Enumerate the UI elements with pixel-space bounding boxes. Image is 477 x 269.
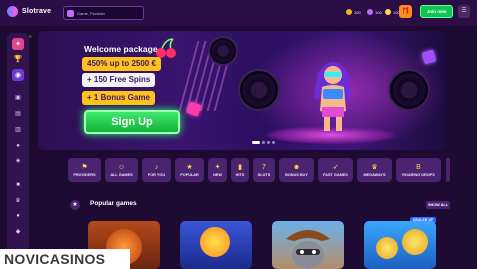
star-icon: ★ [186, 164, 193, 171]
game-tile[interactable] [364, 221, 436, 269]
category-for-you[interactable]: ♪ FOR YOU [142, 158, 171, 182]
search-input[interactable]: Game, Provider [63, 6, 144, 20]
rocket-icon: ➶ [332, 164, 339, 171]
logo-icon [7, 6, 18, 17]
game-tile[interactable] [180, 221, 252, 269]
banner-offer-bonus: 450% up to 2500 € [82, 57, 161, 71]
category-all-games[interactable]: ☺ ALL GAMES [105, 158, 138, 182]
sidebar-user-icon[interactable]: ● [15, 213, 21, 219]
promo-banner[interactable]: Welcome package 450% up to 2500 € + 150 … [38, 31, 446, 150]
brand-name: Slotrave [22, 8, 52, 15]
category-label: MEGAWAYS [363, 173, 386, 177]
category-providers[interactable]: ⚑ PROVIDERS [68, 158, 101, 182]
banner-welcome: Welcome package [84, 44, 158, 54]
sidebar-cards-icon[interactable]: ▣ [15, 95, 21, 101]
balance-gems-value: 100 [375, 9, 382, 15]
bars-icon: ▮ [238, 164, 242, 171]
dj-character-illustration [314, 62, 352, 131]
watermark-text: NOVICASINOS [4, 251, 105, 267]
sparkle-icon: ✦ [214, 164, 221, 171]
smile-icon: ☺ [117, 164, 126, 171]
banner-offer-spins: + 150 Free Spins [82, 73, 156, 87]
sidebar-lock-icon[interactable]: ■ [15, 182, 21, 188]
carousel-dot[interactable] [267, 141, 270, 144]
novicasinos-logo: NOVICASINOS [4, 251, 105, 267]
search-placeholder: Game, Provider [77, 10, 106, 16]
banner-offer-game: + 1 Bonus Game [82, 91, 155, 105]
speaker-right-icon [388, 69, 430, 111]
novicasinos-watermark: NOVICASINOS [0, 249, 130, 269]
category-label: NEW [213, 173, 222, 177]
brand-logo[interactable]: Slotrave [7, 6, 51, 17]
category-scroll-edge[interactable] [446, 158, 450, 182]
category-fast-games[interactable]: ➶ FAST GAMES [318, 158, 353, 182]
category-label: FAST GAMES [323, 173, 348, 177]
category-label: PROVIDERS [73, 173, 96, 177]
gift-button[interactable]: 🎁 [399, 5, 412, 18]
sidebar-live-icon[interactable]: ● [15, 143, 21, 149]
category-label: ROARING DROPS [402, 173, 435, 177]
dice-icon [186, 101, 202, 117]
category-hits[interactable]: ▮ HITS [231, 158, 249, 182]
sidebar-vip-icon[interactable]: ♛ [15, 198, 21, 204]
sign-up-button[interactable]: Sign Up [84, 110, 180, 134]
category-label: BONUS BUY [285, 173, 308, 177]
join-now-button[interactable]: Join now [420, 5, 453, 18]
category-bonus-buy[interactable]: ☻ BONUS BUY [279, 158, 314, 182]
category-bar: ⚑ PROVIDERS ☺ ALL GAMES ♪ FOR YOU ★ POPU… [68, 158, 446, 182]
slot-icon: 7 [262, 164, 266, 171]
category-megaways[interactable]: ♛ MEGAWAYS [357, 158, 392, 182]
carousel-dot[interactable] [252, 141, 260, 144]
coin-icon [346, 9, 352, 15]
menu-icon: ☰ [461, 8, 467, 14]
category-label: ALL GAMES [110, 173, 133, 177]
sidebar-chat-icon[interactable]: ◆ [15, 229, 21, 235]
flag-icon: ⚑ [81, 164, 88, 171]
popular-games-title: Popular games [90, 200, 137, 207]
balance-stars[interactable]: 100 [385, 9, 400, 15]
sidebar-collapse-icon[interactable]: « [29, 34, 32, 40]
sidebar: ✦ 🏆 ◉ ▣ ▤ ▥ ● ◈ ■ ♛ ● ◆ [7, 33, 29, 269]
carousel-dot[interactable] [272, 141, 275, 144]
balance-gems[interactable]: 100 [367, 9, 382, 15]
category-label: FOR YOU [147, 173, 166, 177]
menu-button[interactable]: ☰ [458, 5, 470, 18]
crown-icon: ♛ [371, 164, 378, 171]
face-icon: ☻ [292, 164, 301, 171]
sidebar-book-icon[interactable]: ▥ [15, 127, 21, 133]
b-icon: B [416, 164, 421, 171]
sidebar-promo-icon[interactable]: ✦ [12, 38, 24, 50]
category-slots[interactable]: 7 SLOTS [253, 158, 275, 182]
star-coin-icon [385, 9, 391, 15]
speaker-left-icon [238, 69, 280, 111]
balance-coins[interactable]: 100 [346, 9, 361, 15]
game-art [200, 227, 230, 257]
category-new[interactable]: ✦ NEW [208, 158, 227, 182]
category-roaring-drops[interactable]: B ROARING DROPS [396, 158, 441, 182]
balance-coins-value: 100 [354, 9, 361, 15]
category-popular[interactable]: ★ POPULAR [175, 158, 204, 182]
category-label: POPULAR [180, 173, 199, 177]
carousel-dots [252, 141, 275, 144]
music-icon: ♪ [154, 164, 159, 171]
carousel-dot[interactable] [262, 141, 265, 144]
sidebar-wheel-icon[interactable]: ◉ [12, 69, 24, 81]
sidebar-broadcast-icon[interactable]: ◈ [15, 158, 21, 164]
game-tile[interactable] [272, 221, 344, 269]
show-all-button[interactable]: SHOW ALL [426, 201, 450, 209]
category-label: SLOTS [257, 173, 271, 177]
gem-icon [367, 9, 373, 15]
gamepad-icon [67, 9, 74, 17]
sidebar-gift-icon[interactable]: ▤ [15, 111, 21, 117]
coin-art [402, 229, 428, 255]
sidebar-trophy-icon[interactable]: 🏆 [12, 53, 24, 65]
category-label: HITS [235, 173, 245, 177]
cowboy-raccoon-art [286, 230, 330, 269]
coin-art [376, 237, 398, 259]
top-bar: Slotrave Game, Provider 100 100 100 🎁 Jo… [0, 0, 477, 26]
speaker-small-icon [208, 36, 238, 66]
gift-icon: 🎁 [401, 8, 410, 15]
popular-star-icon: ★ [70, 200, 80, 210]
